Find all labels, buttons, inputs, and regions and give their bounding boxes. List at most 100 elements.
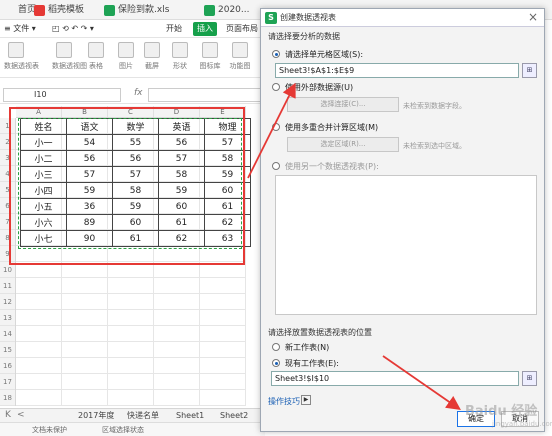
picture-button[interactable]: 图片: [114, 42, 138, 71]
grid-row: [16, 294, 246, 310]
menu-start[interactable]: 开始: [166, 22, 182, 35]
sheet-tab-sheet2[interactable]: Sheet2: [220, 410, 248, 422]
pivot-list[interactable]: [275, 175, 537, 315]
table-button[interactable]: 表格: [84, 42, 108, 71]
radio-new-sheet[interactable]: [272, 343, 280, 351]
grid-cell[interactable]: [200, 310, 246, 326]
save-icon[interactable]: ◰: [52, 24, 60, 33]
screenshot-button[interactable]: 截屏: [140, 42, 164, 71]
row-header[interactable]: 13: [0, 310, 15, 326]
grid-cell[interactable]: [200, 358, 246, 374]
pivot-chart-button[interactable]: 数据透视图: [52, 42, 87, 71]
existing-location-input[interactable]: Sheet3!$I$10: [271, 371, 519, 386]
icon-library-button[interactable]: 图标库: [198, 42, 222, 71]
radio-multi-range[interactable]: [272, 123, 280, 131]
tab-docer[interactable]: 稻壳模板: [30, 2, 84, 19]
grid-cell[interactable]: [200, 342, 246, 358]
status-mode: 区域选择状态: [102, 426, 144, 434]
row-header[interactable]: 14: [0, 326, 15, 342]
grid-cell[interactable]: [108, 358, 154, 374]
prev-sheet-icon[interactable]: <: [17, 409, 25, 422]
grid-cell[interactable]: [108, 310, 154, 326]
grid-cell[interactable]: [62, 278, 108, 294]
undo-icon[interactable]: ↶: [71, 24, 78, 33]
grid-cell[interactable]: [200, 326, 246, 342]
spreadsheet-grid[interactable]: ABCDE 1 2 3 4 5 6 7 8 9 10 11 12 13 14 15 16 17 18 姓名 语文 数学…: [0, 106, 265, 408]
grid-cell[interactable]: [62, 374, 108, 390]
first-sheet-icon[interactable]: K: [5, 409, 11, 422]
grid-cell[interactable]: [16, 358, 62, 374]
choose-area-button[interactable]: 选定区域(R)...: [287, 137, 399, 152]
range-picker-icon[interactable]: ⊞: [522, 63, 537, 78]
grid-cell[interactable]: [108, 374, 154, 390]
grid-cell[interactable]: [16, 342, 62, 358]
grid-cell[interactable]: [154, 358, 200, 374]
name-box[interactable]: I10: [3, 88, 121, 102]
redo-icon[interactable]: ↷: [81, 24, 88, 33]
grid-cell[interactable]: [108, 294, 154, 310]
grid-cell[interactable]: [108, 278, 154, 294]
close-icon[interactable]: ×: [528, 10, 538, 24]
radio-other-pivot[interactable]: [272, 162, 280, 170]
grid-cell[interactable]: [108, 326, 154, 342]
grid-cell[interactable]: [62, 358, 108, 374]
row-header[interactable]: 17: [0, 374, 15, 390]
grid-cell[interactable]: [62, 310, 108, 326]
pivot-table-button[interactable]: 数据透视表: [4, 42, 39, 71]
radio-existing-sheet[interactable]: [272, 359, 280, 367]
row-header[interactable]: 11: [0, 278, 15, 294]
radio-external[interactable]: [272, 83, 280, 91]
grid-cell[interactable]: [154, 374, 200, 390]
tips-link[interactable]: 操作技巧: [268, 396, 300, 407]
grid-cell[interactable]: [154, 390, 200, 406]
grid-cell[interactable]: [62, 390, 108, 406]
grid-cell[interactable]: [62, 326, 108, 342]
grid-cell[interactable]: [16, 326, 62, 342]
grid-cell[interactable]: [62, 294, 108, 310]
grid-row: [16, 278, 246, 294]
grid-cell[interactable]: [154, 294, 200, 310]
tab-file-1[interactable]: 保险到款.xls: [100, 2, 169, 19]
grid-cell[interactable]: [200, 390, 246, 406]
radio-cell-range[interactable]: [272, 50, 280, 58]
menu-insert[interactable]: 插入: [193, 22, 217, 36]
grid-cell[interactable]: [154, 326, 200, 342]
grid-cell[interactable]: [154, 342, 200, 358]
pivot-chart-icon: [56, 42, 72, 58]
grid-cell[interactable]: [16, 374, 62, 390]
sheet-tab-sheet1[interactable]: Sheet1: [176, 410, 204, 422]
sheet-tab-bar: K < 2017年度 快递名单 Sheet1 Sheet2: [0, 408, 265, 422]
grid-cell[interactable]: [16, 294, 62, 310]
refresh-icon[interactable]: ⟲: [62, 24, 69, 33]
row-header[interactable]: 18: [0, 390, 15, 406]
grid-cell[interactable]: [200, 374, 246, 390]
menu-page-layout[interactable]: 页面布局: [226, 22, 258, 35]
function-chart-button[interactable]: 功能图: [228, 42, 252, 71]
grid-cell[interactable]: [108, 342, 154, 358]
grid-cell[interactable]: [16, 310, 62, 326]
sheet-tab-express[interactable]: 快递名单: [127, 410, 159, 422]
range-input[interactable]: Sheet3!$A$1:$E$9: [275, 63, 519, 78]
grid-cell[interactable]: [200, 278, 246, 294]
fx-icon[interactable]: fx: [134, 88, 143, 98]
grid-cell[interactable]: [154, 278, 200, 294]
grid-cell[interactable]: [62, 342, 108, 358]
grid-cell[interactable]: [108, 390, 154, 406]
sheet-tab-2017[interactable]: 2017年度: [78, 410, 114, 422]
row-header[interactable]: 15: [0, 342, 15, 358]
video-icon[interactable]: ▶: [301, 395, 311, 405]
location-picker-icon[interactable]: ⊞: [522, 371, 537, 386]
grid-cell[interactable]: [200, 294, 246, 310]
shape-button[interactable]: 形状: [168, 42, 192, 71]
chevron-down-icon[interactable]: ▾: [90, 24, 94, 33]
formula-input[interactable]: [148, 88, 265, 102]
row-header[interactable]: 12: [0, 294, 15, 310]
row-header[interactable]: 16: [0, 358, 15, 374]
grid-cell[interactable]: [154, 310, 200, 326]
choose-connection-button[interactable]: 选择连接(C)...: [287, 97, 399, 112]
menu-file[interactable]: ≡ 文件 ▾: [4, 22, 36, 35]
grid-cell[interactable]: [16, 278, 62, 294]
grid-cell[interactable]: [16, 390, 62, 406]
tab-file-2[interactable]: 2020...: [200, 2, 250, 19]
watermark: Baidu 经验: [465, 404, 538, 419]
